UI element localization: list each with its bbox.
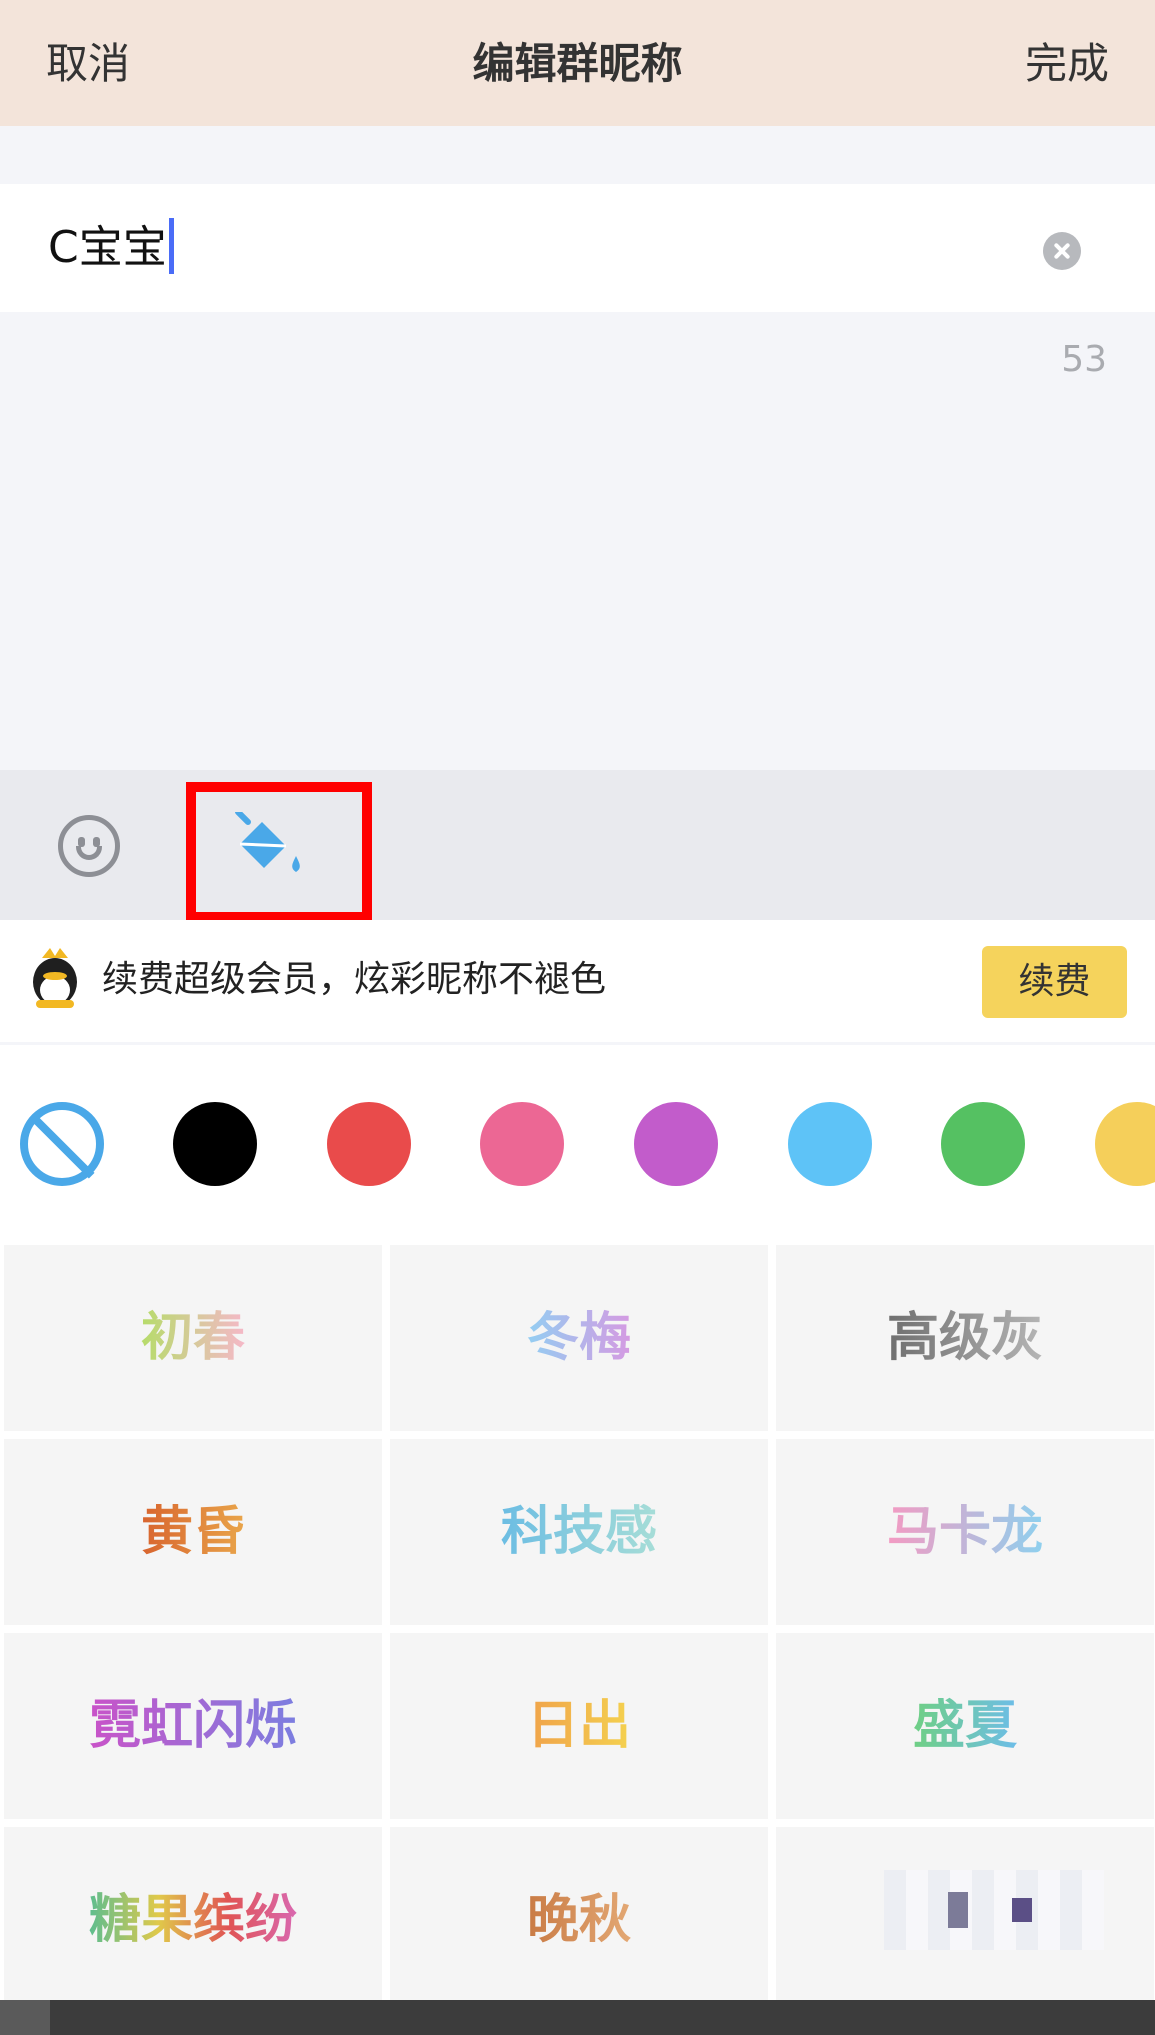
renew-button[interactable]: 续费 — [982, 946, 1127, 1018]
style-option-label: 糖果缤纷 — [88, 1890, 297, 1950]
color-swatch-purple[interactable] — [634, 1102, 718, 1186]
remaining-char-count: 53 — [1061, 339, 1107, 380]
style-option-label: 霓虹闪烁 — [88, 1696, 297, 1756]
style-option[interactable]: 晚秋 — [390, 1827, 768, 2013]
color-swatch-red[interactable] — [327, 1102, 411, 1186]
style-option-label: 日出 — [526, 1696, 631, 1756]
nickname-value: C宝宝 — [48, 222, 167, 273]
style-option[interactable]: 日出 — [390, 1633, 768, 1819]
color-swatch-row — [0, 1045, 1155, 1245]
style-option[interactable]: 黄昏 — [4, 1439, 382, 1625]
style-option-label: 马卡龙 — [886, 1502, 1043, 1562]
clear-input-icon[interactable] — [1043, 232, 1081, 270]
nav-bar: 取消 编辑群昵称 完成 — [0, 0, 1155, 126]
style-option-label: 科技感 — [500, 1502, 657, 1562]
style-option[interactable]: 科技感 — [390, 1439, 768, 1625]
style-option[interactable]: 霓虹闪烁 — [4, 1633, 382, 1819]
style-option[interactable]: 盛夏 — [776, 1633, 1154, 1819]
style-option-label: 晚秋 — [526, 1890, 631, 1950]
style-option[interactable]: 初春 — [4, 1245, 382, 1431]
color-swatch-black[interactable] — [173, 1102, 257, 1186]
text-caret — [168, 218, 174, 274]
qq-vip-penguin-icon — [33, 948, 77, 1008]
style-option-label: 高级灰 — [886, 1308, 1043, 1368]
style-option[interactable]: 冬梅 — [390, 1245, 768, 1431]
input-toolbar — [0, 770, 1155, 920]
promo-text: 续费超级会员，炫彩昵称不褪色 — [102, 959, 607, 1000]
style-option-label: 初春 — [140, 1308, 245, 1368]
no-color-icon[interactable] — [20, 1102, 104, 1186]
emoji-mouth — [76, 846, 102, 860]
paint-bucket-icon[interactable] — [232, 812, 308, 880]
color-swatch-blue[interactable] — [788, 1102, 872, 1186]
style-option[interactable]: 马卡龙 — [776, 1439, 1154, 1625]
style-option-label: 盛夏 — [912, 1696, 1017, 1756]
style-option-label: 黄昏 — [140, 1502, 245, 1562]
style-option[interactable]: 高级灰 — [776, 1245, 1154, 1431]
color-swatch-yellow[interactable] — [1095, 1102, 1155, 1186]
done-button[interactable]: 完成 — [1025, 36, 1109, 92]
bottom-bar — [0, 2000, 1155, 2035]
style-option-label: 冬梅 — [526, 1308, 631, 1368]
nickname-input[interactable]: C宝宝 — [48, 218, 174, 278]
style-option[interactable]: 糖果缤纷 — [4, 1827, 382, 2013]
color-swatch-pink[interactable] — [480, 1102, 564, 1186]
cancel-button[interactable]: 取消 — [46, 36, 130, 92]
emoji-face-icon[interactable] — [58, 815, 120, 877]
blurred-watermark — [884, 1870, 1104, 1950]
page-title: 编辑群昵称 — [472, 39, 683, 88]
nickname-input-row[interactable]: C宝宝 — [0, 184, 1155, 312]
color-swatch-green[interactable] — [941, 1102, 1025, 1186]
